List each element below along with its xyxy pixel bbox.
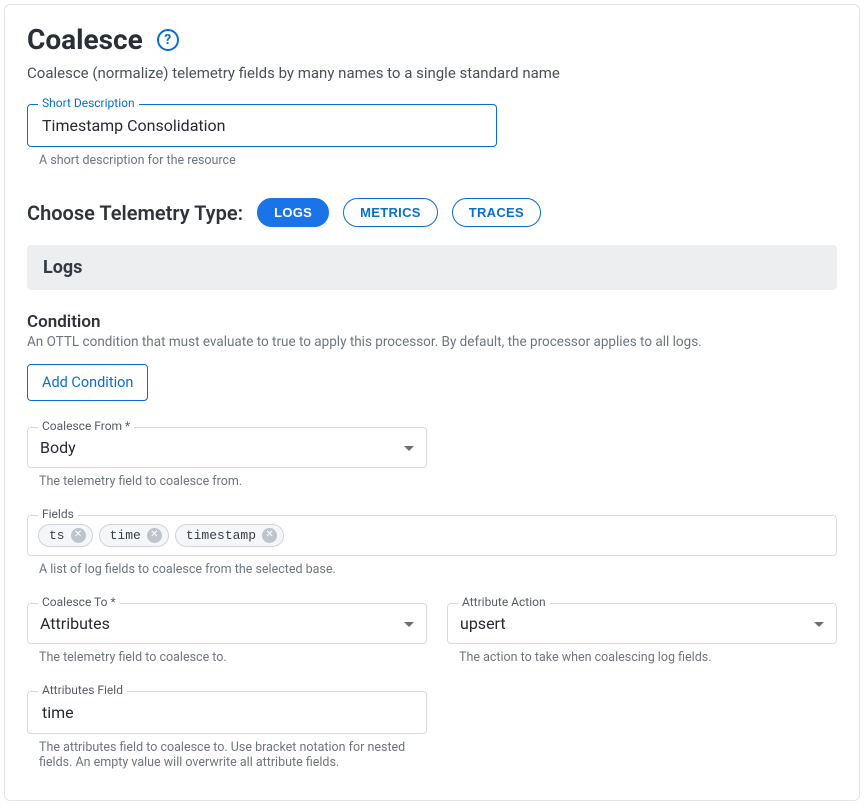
coalesce-to-select[interactable]: Coalesce To * Attributes	[27, 603, 427, 644]
to-action-row: Coalesce To * Attributes The telemetry f…	[27, 603, 837, 665]
coalesce-from-legend: Coalesce From *	[38, 419, 134, 433]
attribute-action-col: Attribute Action upsert The action to ta…	[447, 603, 837, 665]
attribute-action-legend: Attribute Action	[458, 595, 550, 609]
telemetry-type-row: Choose Telemetry Type: LOGS METRICS TRAC…	[27, 198, 837, 227]
attribute-action-value: upsert	[460, 614, 506, 633]
chip-label: time	[110, 528, 141, 543]
fields-input[interactable]: Fields ts ✕ time ✕ timestamp ✕	[27, 515, 837, 556]
processor-config-card: Coalesce ? Coalesce (normalize) telemetr…	[4, 4, 860, 801]
pill-traces[interactable]: TRACES	[452, 198, 541, 227]
coalesce-from-value: Body	[40, 438, 76, 457]
coalesce-from-block: Coalesce From * Body The telemetry field…	[27, 427, 427, 489]
chevron-down-icon	[814, 622, 824, 627]
coalesce-to-value: Attributes	[40, 614, 110, 633]
short-description-field[interactable]: Short Description	[27, 104, 497, 147]
coalesce-to-legend: Coalesce To *	[38, 595, 120, 609]
add-condition-button[interactable]: Add Condition	[27, 364, 148, 401]
attributes-field-input-wrap[interactable]: Attributes Field	[27, 691, 427, 734]
attributes-field-legend: Attributes Field	[38, 683, 127, 697]
chip-remove-icon[interactable]: ✕	[71, 528, 86, 543]
coalesce-from-help: The telemetry field to coalesce from.	[39, 474, 427, 489]
telemetry-type-label: Choose Telemetry Type:	[27, 201, 243, 225]
help-icon[interactable]: ?	[157, 29, 179, 51]
chip-time: time ✕	[99, 524, 169, 547]
chip-ts: ts ✕	[38, 524, 93, 547]
condition-desc: An OTTL condition that must evaluate to …	[27, 334, 837, 350]
attributes-field-input[interactable]	[40, 702, 414, 723]
page-subtitle: Coalesce (normalize) telemetry fields by…	[27, 64, 837, 82]
section-header-logs: Logs	[27, 245, 837, 290]
short-description-input[interactable]	[40, 115, 484, 136]
fields-block: Fields ts ✕ time ✕ timestamp ✕ A list of…	[27, 515, 837, 577]
condition-heading: Condition	[27, 312, 837, 332]
attributes-field-block: Attributes Field The attributes field to…	[27, 691, 427, 770]
pill-logs[interactable]: LOGS	[257, 198, 329, 227]
fields-help: A list of log fields to coalesce from th…	[39, 562, 837, 577]
attribute-action-help: The action to take when coalescing log f…	[459, 650, 837, 665]
chip-label: ts	[49, 528, 65, 543]
chip-label: timestamp	[186, 528, 256, 543]
fields-chips: ts ✕ time ✕ timestamp ✕	[38, 524, 826, 547]
pill-metrics[interactable]: METRICS	[343, 198, 438, 227]
short-description-legend: Short Description	[38, 96, 139, 110]
chip-remove-icon[interactable]: ✕	[147, 528, 162, 543]
chevron-down-icon	[404, 622, 414, 627]
chip-timestamp: timestamp ✕	[175, 524, 284, 547]
short-description-help: A short description for the resource	[39, 153, 497, 168]
chevron-down-icon	[404, 446, 414, 451]
chip-remove-icon[interactable]: ✕	[262, 528, 277, 543]
attributes-field-help: The attributes field to coalesce to. Use…	[39, 740, 419, 770]
page-title: Coalesce	[27, 23, 143, 56]
title-row: Coalesce ?	[27, 23, 837, 56]
fields-legend: Fields	[38, 507, 78, 521]
coalesce-to-col: Coalesce To * Attributes The telemetry f…	[27, 603, 427, 665]
condition-section: Condition An OTTL condition that must ev…	[27, 312, 837, 401]
coalesce-to-help: The telemetry field to coalesce to.	[39, 650, 427, 665]
attribute-action-select[interactable]: Attribute Action upsert	[447, 603, 837, 644]
coalesce-from-select[interactable]: Coalesce From * Body	[27, 427, 427, 468]
